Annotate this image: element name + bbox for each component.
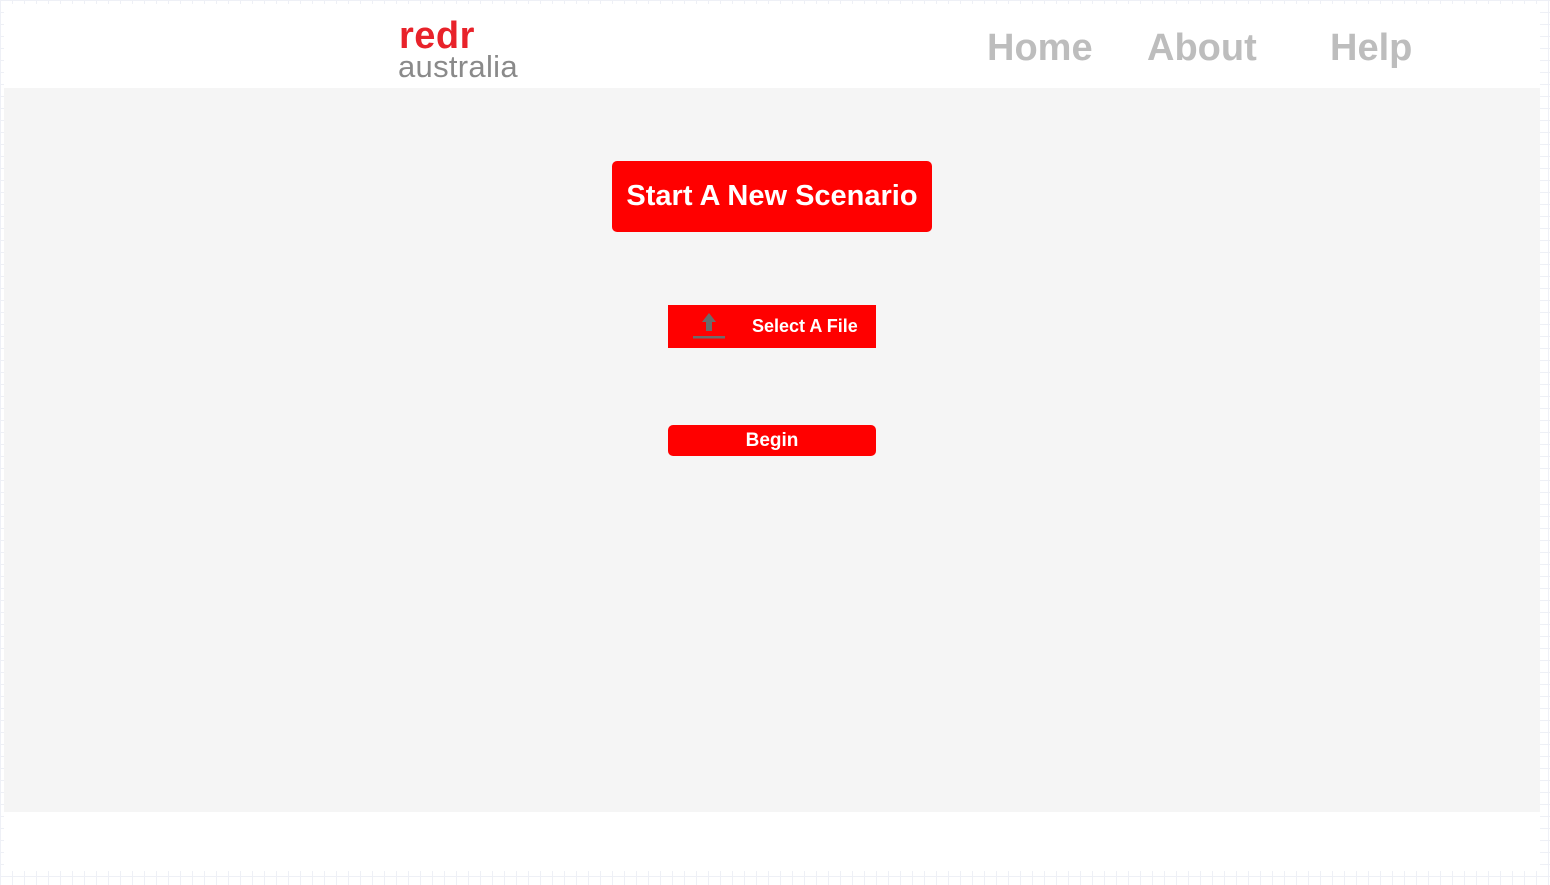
upload-icon [692,312,726,340]
header: redr australia Home About Help [4,4,1540,88]
select-file-label: Select A File [752,316,858,336]
start-new-scenario-button[interactable]: Start A New Scenario [612,161,932,232]
logo-secondary-text: australia [398,49,518,84]
redr-australia-logo[interactable]: redr australia [398,16,538,86]
main-panel: Start A New Scenario Select A File Begin [4,88,1540,812]
nav-about-link[interactable]: About [1147,24,1257,72]
nav-help-link[interactable]: Help [1330,24,1412,72]
begin-button[interactable]: Begin [668,425,876,456]
nav-home-link[interactable]: Home [987,24,1093,72]
select-file-button[interactable]: Select A File [668,305,876,348]
page-frame: redr australia Home About Help Start A N… [4,4,1540,871]
